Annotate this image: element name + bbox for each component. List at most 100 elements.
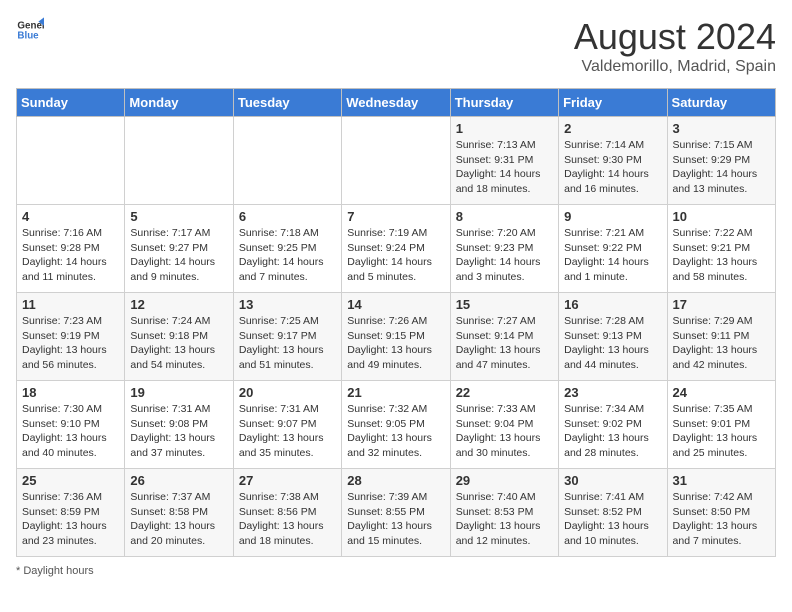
- day-info: Sunrise: 7:29 AM Sunset: 9:11 PM Dayligh…: [673, 314, 770, 373]
- day-number: 31: [673, 473, 770, 488]
- day-number: 22: [456, 385, 553, 400]
- day-number: 1: [456, 121, 553, 136]
- footer-note-text: Daylight hours: [23, 565, 93, 577]
- day-header-wednesday: Wednesday: [342, 89, 450, 117]
- day-info: Sunrise: 7:15 AM Sunset: 9:29 PM Dayligh…: [673, 138, 770, 197]
- day-number: 3: [673, 121, 770, 136]
- location-title: Valdemorillo, Madrid, Spain: [574, 58, 776, 76]
- day-info: Sunrise: 7:17 AM Sunset: 9:27 PM Dayligh…: [130, 226, 227, 285]
- day-info: Sunrise: 7:31 AM Sunset: 9:07 PM Dayligh…: [239, 402, 336, 461]
- calendar-cell: 15 Sunrise: 7:27 AM Sunset: 9:14 PM Dayli…: [450, 293, 558, 381]
- day-number: 25: [22, 473, 119, 488]
- svg-text:Blue: Blue: [17, 30, 39, 41]
- calendar-cell: 31 Sunrise: 7:42 AM Sunset: 8:50 PM Dayli…: [667, 469, 775, 557]
- calendar-week-2: 4 Sunrise: 7:16 AM Sunset: 9:28 PM Daylig…: [17, 205, 776, 293]
- day-info: Sunrise: 7:42 AM Sunset: 8:50 PM Dayligh…: [673, 490, 770, 549]
- day-number: 14: [347, 297, 444, 312]
- footer-note: * Daylight hours: [16, 565, 776, 577]
- calendar-cell: 7Sunrise: 7:19 AM Sunset: 9:24 PM Daylig…: [342, 205, 450, 293]
- calendar-cell: 17Sunrise: 7:29 AM Sunset: 9:11 PM Dayli…: [667, 293, 775, 381]
- day-info: Sunrise: 7:26 AM Sunset: 9:15 PM Dayligh…: [347, 314, 444, 373]
- calendar-cell: 29 Sunrise: 7:40 AM Sunset: 8:53 PM Dayli…: [450, 469, 558, 557]
- calendar-cell: 6Sunrise: 7:18 AM Sunset: 9:25 PM Daylig…: [233, 205, 341, 293]
- calendar-cell: 1 Sunrise: 7:13 AM Sunset: 9:31 PM Daylig…: [450, 117, 558, 205]
- day-info: Sunrise: 7:13 AM Sunset: 9:31 PM Dayligh…: [456, 138, 553, 197]
- day-number: 12: [130, 297, 227, 312]
- day-info: Sunrise: 7:20 AM Sunset: 9:23 PM Dayligh…: [456, 226, 553, 285]
- day-number: 29: [456, 473, 553, 488]
- calendar-cell: 13 Sunrise: 7:25 AM Sunset: 9:17 PM Dayli…: [233, 293, 341, 381]
- calendar-cell: 19Sunrise: 7:31 AM Sunset: 9:08 PM Dayli…: [125, 381, 233, 469]
- day-info: Sunrise: 7:18 AM Sunset: 9:25 PM Dayligh…: [239, 226, 336, 285]
- day-header-tuesday: Tuesday: [233, 89, 341, 117]
- calendar-cell: 4 Sunrise: 7:16 AM Sunset: 9:28 PM Daylig…: [17, 205, 125, 293]
- day-header-monday: Monday: [125, 89, 233, 117]
- day-number: 5: [130, 209, 227, 224]
- day-number: 23: [564, 385, 661, 400]
- month-title: August 2024: [574, 16, 776, 58]
- logo: General Blue: [16, 16, 44, 44]
- calendar-cell: 8 Sunrise: 7:20 AM Sunset: 9:23 PM Daylig…: [450, 205, 558, 293]
- day-info: Sunrise: 7:27 AM Sunset: 9:14 PM Dayligh…: [456, 314, 553, 373]
- calendar-cell: [125, 117, 233, 205]
- day-number: 11: [22, 297, 119, 312]
- day-info: Sunrise: 7:37 AM Sunset: 8:58 PM Dayligh…: [130, 490, 227, 549]
- calendar-cell: 27Sunrise: 7:38 AM Sunset: 8:56 PM Dayli…: [233, 469, 341, 557]
- calendar-week-3: 11 Sunrise: 7:23 AM Sunset: 9:19 PM Dayli…: [17, 293, 776, 381]
- calendar-cell: 10Sunrise: 7:22 AM Sunset: 9:21 PM Dayli…: [667, 205, 775, 293]
- title-area: August 2024 Valdemorillo, Madrid, Spain: [574, 16, 776, 76]
- calendar-cell: 16 Sunrise: 7:28 AM Sunset: 9:13 PM Dayli…: [559, 293, 667, 381]
- calendar-cell: 5 Sunrise: 7:17 AM Sunset: 9:27 PM Daylig…: [125, 205, 233, 293]
- day-info: Sunrise: 7:23 AM Sunset: 9:19 PM Dayligh…: [22, 314, 119, 373]
- calendar-cell: 9 Sunrise: 7:21 AM Sunset: 9:22 PM Daylig…: [559, 205, 667, 293]
- calendar-cell: 25 Sunrise: 7:36 AM Sunset: 8:59 PM Dayli…: [17, 469, 125, 557]
- day-header-sunday: Sunday: [17, 89, 125, 117]
- logo-icon: General Blue: [16, 16, 44, 44]
- day-info: Sunrise: 7:25 AM Sunset: 9:17 PM Dayligh…: [239, 314, 336, 373]
- calendar-table: SundayMondayTuesdayWednesdayThursdayFrid…: [16, 88, 776, 557]
- day-info: Sunrise: 7:22 AM Sunset: 9:21 PM Dayligh…: [673, 226, 770, 285]
- day-number: 13: [239, 297, 336, 312]
- calendar-cell: 12 Sunrise: 7:24 AM Sunset: 9:18 PM Dayli…: [125, 293, 233, 381]
- calendar-cell: [342, 117, 450, 205]
- calendar-cell: 20 Sunrise: 7:31 AM Sunset: 9:07 PM Dayli…: [233, 381, 341, 469]
- day-info: Sunrise: 7:35 AM Sunset: 9:01 PM Dayligh…: [673, 402, 770, 461]
- day-number: 15: [456, 297, 553, 312]
- day-number: 7: [347, 209, 444, 224]
- day-info: Sunrise: 7:32 AM Sunset: 9:05 PM Dayligh…: [347, 402, 444, 461]
- calendar-cell: 26Sunrise: 7:37 AM Sunset: 8:58 PM Dayli…: [125, 469, 233, 557]
- day-number: 24: [673, 385, 770, 400]
- day-info: Sunrise: 7:14 AM Sunset: 9:30 PM Dayligh…: [564, 138, 661, 197]
- day-number: 18: [22, 385, 119, 400]
- calendar-cell: 30Sunrise: 7:41 AM Sunset: 8:52 PM Dayli…: [559, 469, 667, 557]
- day-info: Sunrise: 7:24 AM Sunset: 9:18 PM Dayligh…: [130, 314, 227, 373]
- day-info: Sunrise: 7:16 AM Sunset: 9:28 PM Dayligh…: [22, 226, 119, 285]
- day-info: Sunrise: 7:34 AM Sunset: 9:02 PM Dayligh…: [564, 402, 661, 461]
- calendar-cell: [233, 117, 341, 205]
- day-number: 8: [456, 209, 553, 224]
- calendar-cell: [17, 117, 125, 205]
- day-number: 9: [564, 209, 661, 224]
- day-info: Sunrise: 7:33 AM Sunset: 9:04 PM Dayligh…: [456, 402, 553, 461]
- day-info: Sunrise: 7:36 AM Sunset: 8:59 PM Dayligh…: [22, 490, 119, 549]
- calendar-cell: 24 Sunrise: 7:35 AM Sunset: 9:01 PM Dayli…: [667, 381, 775, 469]
- day-number: 16: [564, 297, 661, 312]
- day-number: 20: [239, 385, 336, 400]
- days-header-row: SundayMondayTuesdayWednesdayThursdayFrid…: [17, 89, 776, 117]
- day-number: 21: [347, 385, 444, 400]
- calendar-cell: 18Sunrise: 7:30 AM Sunset: 9:10 PM Dayli…: [17, 381, 125, 469]
- calendar-cell: 2 Sunrise: 7:14 AM Sunset: 9:30 PM Daylig…: [559, 117, 667, 205]
- day-number: 19: [130, 385, 227, 400]
- calendar-cell: 14 Sunrise: 7:26 AM Sunset: 9:15 PM Dayli…: [342, 293, 450, 381]
- day-header-thursday: Thursday: [450, 89, 558, 117]
- day-info: Sunrise: 7:40 AM Sunset: 8:53 PM Dayligh…: [456, 490, 553, 549]
- calendar-cell: 21 Sunrise: 7:32 AM Sunset: 9:05 PM Dayli…: [342, 381, 450, 469]
- calendar-cell: 22 Sunrise: 7:33 AM Sunset: 9:04 PM Dayli…: [450, 381, 558, 469]
- calendar-cell: 11 Sunrise: 7:23 AM Sunset: 9:19 PM Dayli…: [17, 293, 125, 381]
- day-number: 2: [564, 121, 661, 136]
- calendar-cell: 3 Sunrise: 7:15 AM Sunset: 9:29 PM Daylig…: [667, 117, 775, 205]
- day-number: 4: [22, 209, 119, 224]
- day-info: Sunrise: 7:21 AM Sunset: 9:22 PM Dayligh…: [564, 226, 661, 285]
- calendar-cell: 23 Sunrise: 7:34 AM Sunset: 9:02 PM Dayli…: [559, 381, 667, 469]
- day-info: Sunrise: 7:28 AM Sunset: 9:13 PM Dayligh…: [564, 314, 661, 373]
